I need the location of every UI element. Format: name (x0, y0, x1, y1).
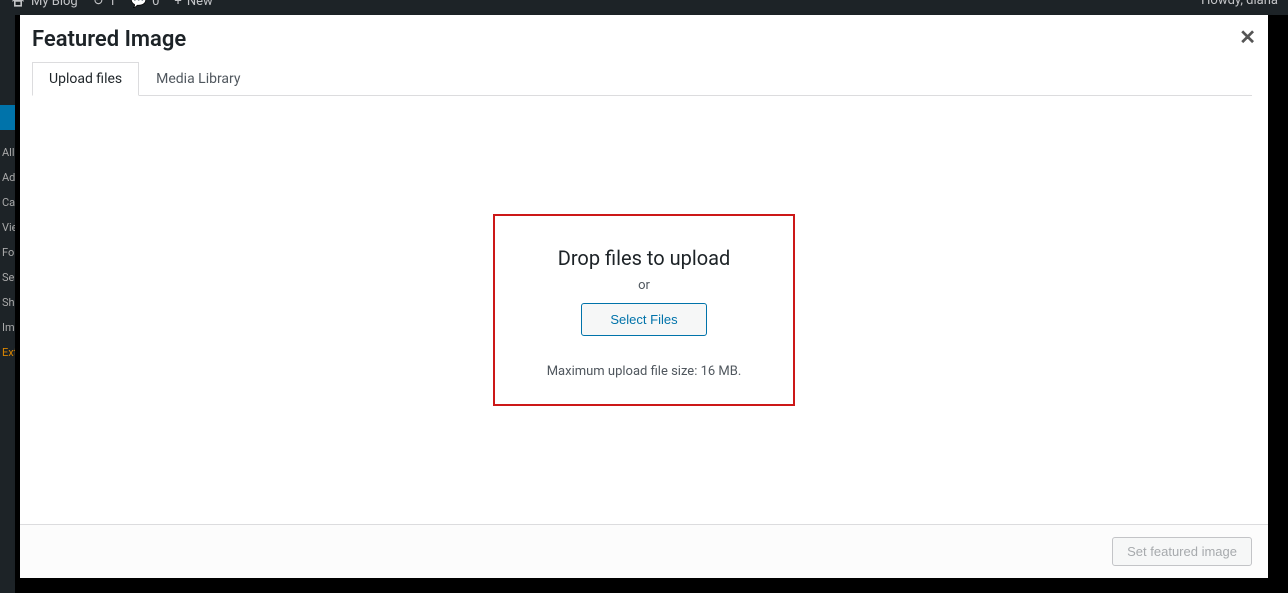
close-button[interactable]: ✕ (1239, 25, 1256, 50)
modal-body: Drop files to upload or Select Files Max… (20, 96, 1268, 524)
new-label: New (187, 0, 213, 9)
site-link[interactable]: My Blog (10, 0, 78, 9)
tab-media-library[interactable]: Media Library (139, 62, 257, 96)
sidebar-item[interactable]: Sh (0, 290, 15, 315)
sidebar-item[interactable]: Fo (0, 240, 15, 265)
modal-header: Featured Image ✕ Upload files Media Libr… (20, 15, 1268, 96)
select-files-button[interactable]: Select Files (581, 303, 706, 336)
max-upload-size-text: Maximum upload file size: 16 MB. (545, 364, 743, 379)
admin-sidebar: All Ad Ca Vie Fo Se Sh Im Ext (0, 15, 15, 593)
sidebar-item[interactable]: All (0, 140, 15, 165)
sidebar-icon-highlighted[interactable] (0, 105, 15, 130)
new-link[interactable]: + New (174, 0, 212, 9)
featured-image-modal: Featured Image ✕ Upload files Media Libr… (20, 15, 1268, 578)
site-title-text: My Blog (31, 0, 78, 9)
greeting-text: Howdy, diana (1201, 0, 1278, 8)
update-count: 1 (109, 0, 116, 9)
home-icon (10, 0, 26, 9)
admin-bar-left: My Blog ↻ 1 💬 0 + New (10, 0, 213, 9)
comment-count: 0 (152, 0, 159, 9)
tab-upload-files[interactable]: Upload files (32, 62, 139, 96)
comments-link[interactable]: 💬 0 (131, 0, 160, 9)
sidebar-item-ext[interactable]: Ext (0, 340, 15, 365)
admin-bar: My Blog ↻ 1 💬 0 + New Howdy, diana (0, 0, 1288, 15)
set-featured-image-button[interactable]: Set featured image (1112, 537, 1252, 566)
drop-files-text: Drop files to upload (545, 246, 743, 270)
or-text: or (545, 278, 743, 293)
updates-link[interactable]: ↻ 1 (93, 0, 116, 9)
modal-footer: Set featured image (20, 524, 1268, 578)
sidebar-item[interactable]: Ca (0, 190, 15, 215)
close-icon: ✕ (1239, 27, 1256, 49)
sidebar-item[interactable]: Vie (0, 215, 15, 240)
sidebar-item[interactable]: Ad (0, 165, 15, 190)
plus-icon: + (174, 0, 181, 9)
user-greeting[interactable]: Howdy, diana (1201, 0, 1278, 8)
sidebar-item[interactable]: Se (0, 265, 15, 290)
comment-icon: 💬 (131, 0, 147, 9)
modal-tabs: Upload files Media Library (32, 62, 1252, 96)
sidebar-item[interactable]: Im (0, 315, 15, 340)
modal-title: Featured Image (32, 27, 1252, 52)
refresh-icon: ↻ (93, 0, 104, 9)
upload-drop-zone[interactable]: Drop files to upload or Select Files Max… (493, 214, 795, 406)
